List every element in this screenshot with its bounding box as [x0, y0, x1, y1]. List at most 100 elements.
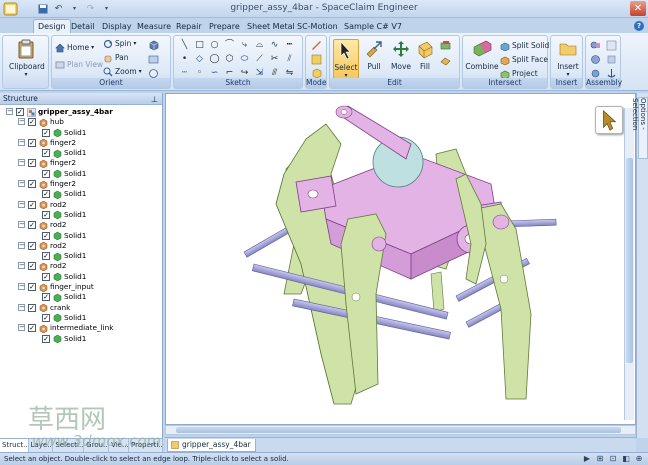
- snap-icon[interactable]: ⊡: [608, 454, 618, 464]
- visibility-checkbox[interactable]: ✓: [28, 324, 36, 333]
- tree-expand-toggle[interactable]: −: [6, 108, 13, 115]
- tangent-line-tool-icon[interactable]: ⟋: [254, 54, 265, 65]
- trim-tool-icon[interactable]: ✂: [269, 54, 280, 65]
- clipboard-button[interactable]: Clipboard ▾: [9, 39, 45, 78]
- visibility-checkbox[interactable]: ✓: [28, 159, 36, 168]
- section-mode-icon[interactable]: [311, 54, 322, 65]
- display-style-icon[interactable]: [148, 54, 159, 65]
- tree-component[interactable]: − ✓ finger_input: [0, 282, 162, 292]
- visibility-checkbox[interactable]: ✓: [42, 272, 50, 281]
- viewport-horizontal-scrollbar[interactable]: [165, 425, 636, 435]
- tab-repair[interactable]: Repair: [176, 20, 202, 33]
- pull-button[interactable]: Pull: [361, 39, 387, 71]
- tree-solid[interactable]: ✓ Solid1: [0, 128, 162, 138]
- visibility-checkbox[interactable]: ✓: [28, 138, 36, 147]
- tree-component[interactable]: − ✓ finger2: [0, 138, 162, 148]
- tree-expand-toggle[interactable]: −: [18, 303, 25, 311]
- document-tab[interactable]: gripper_assy_4bar: [167, 439, 256, 452]
- tree-expand-toggle[interactable]: −: [18, 241, 25, 249]
- tree-solid[interactable]: ✓ Solid1: [0, 210, 162, 220]
- visibility-checkbox[interactable]: ✓: [42, 210, 50, 219]
- visibility-checkbox[interactable]: ✓: [28, 180, 36, 189]
- tree-expand-toggle[interactable]: −: [18, 180, 25, 188]
- tree-solid[interactable]: ✓ Solid1: [0, 231, 162, 241]
- visibility-checkbox[interactable]: ✓: [28, 118, 36, 127]
- line-tool-icon[interactable]: ╲: [179, 40, 190, 51]
- construction-line-tool-icon[interactable]: ┅: [284, 40, 295, 51]
- visibility-checkbox[interactable]: ✓: [28, 200, 36, 209]
- zoom-button[interactable]: Zoom ▾: [103, 66, 142, 77]
- tree-component[interactable]: − ✓ hub: [0, 117, 162, 127]
- tab-sheet-metal[interactable]: Sheet Metal: [247, 20, 295, 33]
- tree-expand-toggle[interactable]: −: [18, 262, 25, 270]
- tree-solid[interactable]: ✓ Solid1: [0, 251, 162, 261]
- move-button[interactable]: Move: [388, 39, 414, 71]
- circle-3pt-tool-icon[interactable]: ◯: [209, 54, 220, 65]
- tree-expand-toggle[interactable]: −: [18, 324, 25, 332]
- visibility-checkbox[interactable]: ✓: [42, 313, 50, 322]
- visibility-checkbox[interactable]: ✓: [42, 190, 50, 199]
- tab-design[interactable]: Design: [33, 19, 71, 33]
- tree-expand-toggle[interactable]: −: [18, 200, 25, 208]
- app-menu-icon[interactable]: [3, 2, 18, 16]
- spin-button[interactable]: Spin ▾: [103, 38, 136, 49]
- tree-component[interactable]: − ✓ rod2: [0, 220, 162, 230]
- tree-solid[interactable]: ✓ Solid1: [0, 292, 162, 302]
- tab-properties[interactable]: Properti...: [129, 439, 163, 452]
- pan-button[interactable]: Pan: [103, 52, 129, 63]
- visibility-checkbox[interactable]: ✓: [42, 169, 50, 178]
- tree-expand-toggle[interactable]: −: [18, 159, 25, 167]
- arc-3pt-tool-icon[interactable]: ⌒: [224, 40, 235, 51]
- tab-detail[interactable]: Detail: [71, 20, 95, 33]
- vscroll-thumb[interactable]: [626, 158, 633, 363]
- visibility-checkbox[interactable]: ✓: [28, 241, 36, 250]
- plan-view-button[interactable]: Plan View: [55, 59, 103, 70]
- ellipse-tool-icon[interactable]: ⬭: [239, 54, 250, 65]
- tree-solid[interactable]: ✓ Solid1: [0, 272, 162, 282]
- zoom-status-icon[interactable]: ⊕: [634, 454, 644, 464]
- spline-tool-icon[interactable]: ∿: [269, 40, 280, 51]
- tree-solid[interactable]: ✓ Solid1: [0, 313, 162, 323]
- design-viewport[interactable]: [165, 93, 636, 425]
- tab-display[interactable]: Display: [102, 20, 132, 33]
- tab-views[interactable]: Vie...: [109, 439, 130, 452]
- tree-solid[interactable]: ✓ Solid1: [0, 334, 162, 344]
- visibility-checkbox[interactable]: ✓: [28, 283, 36, 292]
- undo-icon[interactable]: ↶: [52, 2, 65, 15]
- selection-filter-icon[interactable]: ⊞: [595, 454, 605, 464]
- visibility-checkbox[interactable]: ✓: [42, 231, 50, 240]
- window-close-button[interactable]: ✕: [630, 1, 646, 16]
- rigid-icon[interactable]: [606, 54, 617, 65]
- rectangle-tool-icon[interactable]: □: [194, 40, 205, 51]
- visibility-checkbox[interactable]: ✓: [28, 303, 36, 312]
- align-icon[interactable]: [606, 40, 617, 51]
- tree-solid[interactable]: ✓ Solid1: [0, 189, 162, 199]
- combine-button[interactable]: Combine: [465, 39, 499, 71]
- select-button[interactable]: Select ▾: [333, 39, 359, 79]
- tree-expand-toggle[interactable]: −: [18, 221, 25, 229]
- tree-expand-toggle[interactable]: −: [18, 283, 25, 291]
- offset-tool-icon[interactable]: ⫽: [284, 54, 295, 65]
- tree-component[interactable]: − ✓ rod2: [0, 241, 162, 251]
- home-button[interactable]: Home ▾: [55, 42, 94, 53]
- tree-component[interactable]: − ✓ crank: [0, 303, 162, 313]
- viewport-vertical-scrollbar[interactable]: [624, 108, 634, 420]
- visibility-checkbox[interactable]: ✓: [28, 262, 36, 271]
- help-icon[interactable]: ?: [634, 21, 644, 31]
- tree-component[interactable]: − ✓ finger2: [0, 179, 162, 189]
- polygon-tool-icon[interactable]: ⬡: [224, 54, 235, 65]
- hscroll-thumb[interactable]: [176, 427, 621, 433]
- tree-component[interactable]: − ✓ rod2: [0, 200, 162, 210]
- tab-sample-csharp[interactable]: Sample C# V7: [344, 20, 402, 33]
- fill-button[interactable]: Fill: [414, 39, 436, 71]
- visibility-checkbox[interactable]: ✓: [42, 149, 50, 158]
- circle-tool-icon[interactable]: ○: [209, 40, 220, 51]
- options-selection-tab[interactable]: Options - Selection: [631, 97, 648, 159]
- split-face-button[interactable]: Split Face: [500, 54, 548, 65]
- rectangle-3pt-tool-icon[interactable]: ◇: [194, 54, 205, 65]
- tree-component[interactable]: − ✓ intermediate_link: [0, 323, 162, 333]
- play-icon[interactable]: ▶: [582, 454, 592, 464]
- tangent-arc-tool-icon[interactable]: ⤷: [239, 40, 250, 51]
- split-solid-button[interactable]: Split Solid: [500, 40, 549, 51]
- visibility-checkbox[interactable]: ✓: [28, 221, 36, 230]
